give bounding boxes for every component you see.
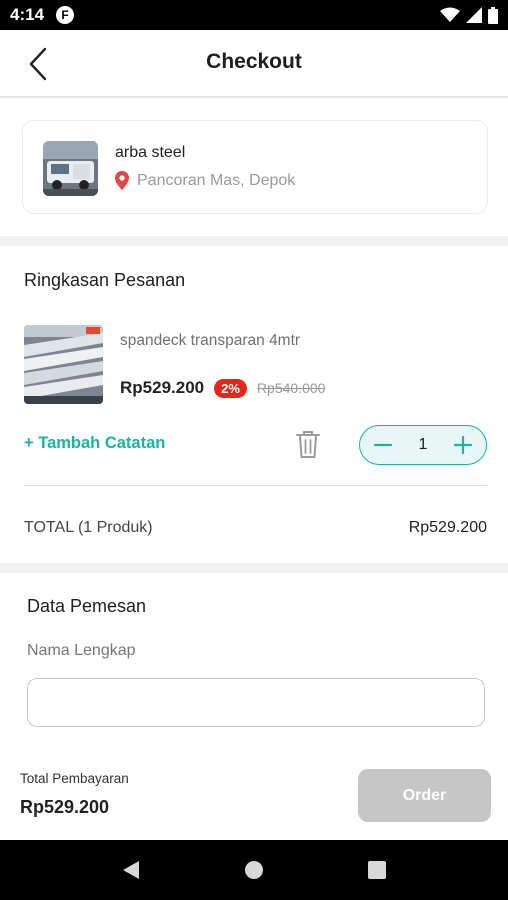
- seller-name: arba steel: [115, 144, 186, 161]
- page-title: Checkout: [206, 50, 302, 73]
- increase-quantity-button[interactable]: [450, 432, 476, 458]
- full-name-input[interactable]: [27, 678, 485, 727]
- battery-icon: [488, 6, 498, 24]
- product-price: Rp529.200: [120, 378, 205, 397]
- app-bar: Checkout: [0, 30, 508, 98]
- app-notification-icon: F: [56, 6, 75, 24]
- system-nav-bar: [0, 840, 508, 900]
- seller-location-text: Pancoran Mas, Depok: [137, 171, 296, 189]
- plus-icon: [454, 436, 472, 454]
- product-price-row: Rp529.200 2% Rp540.000: [120, 378, 325, 398]
- original-price: Rp540.000: [256, 380, 326, 396]
- buyer-data-title: Data Pemesan: [27, 596, 147, 616]
- minus-icon: [374, 443, 392, 447]
- status-icons: [440, 6, 498, 24]
- delete-item-button[interactable]: [294, 428, 322, 460]
- location-pin-icon: [115, 171, 129, 190]
- order-button[interactable]: Order: [358, 769, 491, 822]
- product-name: spandeck transparan 4mtr: [120, 332, 301, 349]
- discount-badge: 2%: [214, 378, 247, 398]
- home-circle-icon: [244, 861, 263, 879]
- status-time: 4:14: [10, 5, 45, 24]
- seller-card[interactable]: arba steel Pancoran Mas, Depok: [22, 120, 488, 214]
- total-payment-label: Total Pembayaran: [20, 771, 129, 786]
- nav-recents-button[interactable]: [357, 850, 397, 890]
- status-bar: 4:14 F: [0, 0, 508, 30]
- summary-divider: [24, 485, 487, 486]
- add-note-button[interactable]: + Tambah Catatan: [24, 434, 165, 453]
- total-label: TOTAL (1 Produk): [24, 519, 153, 536]
- back-triangle-icon: [123, 861, 140, 879]
- quantity-stepper: 1: [359, 425, 487, 465]
- nav-home-button[interactable]: [234, 850, 274, 890]
- section-divider: [0, 563, 508, 573]
- quantity-value: 1: [418, 436, 428, 453]
- nav-back-button[interactable]: [111, 850, 151, 890]
- section-divider: [0, 236, 508, 246]
- decrease-quantity-button[interactable]: [370, 432, 396, 458]
- recents-square-icon: [367, 861, 386, 879]
- trash-icon: [296, 431, 320, 458]
- total-payment-value: Rp529.200: [20, 797, 110, 817]
- order-summary-title: Ringkasan Pesanan: [24, 270, 186, 290]
- total-value: Rp529.200: [408, 519, 487, 536]
- seller-image: [43, 141, 98, 196]
- wifi-icon: [440, 7, 460, 22]
- signal-icon: [466, 7, 482, 23]
- full-name-label: Nama Lengkap: [27, 642, 136, 659]
- seller-location: Pancoran Mas, Depok: [115, 171, 295, 190]
- product-image: [24, 325, 103, 404]
- checkout-footer: Total Pembayaran Rp529.200 Order: [0, 752, 508, 840]
